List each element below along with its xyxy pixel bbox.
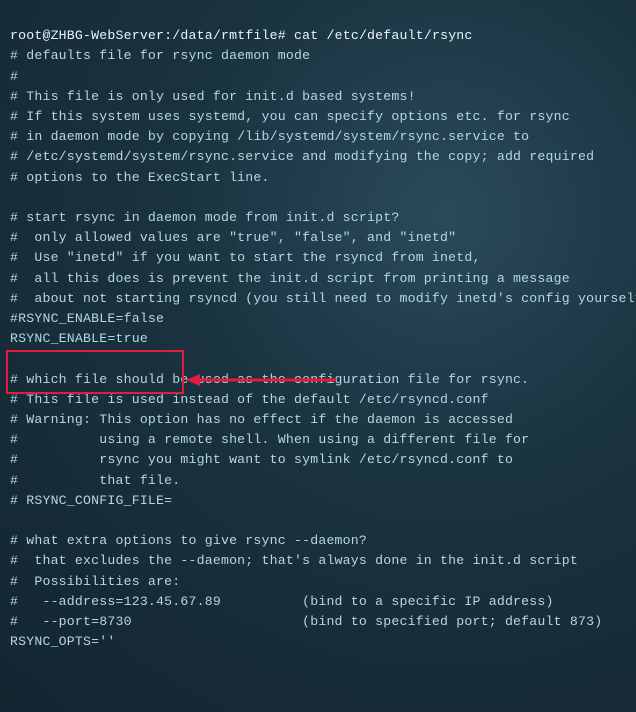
file-line: # that excludes the --daemon; that's alw… [10,553,578,568]
file-line: # Possibilities are: [10,574,180,589]
file-line: # rsync you might want to symlink /etc/r… [10,452,513,467]
file-line: # start rsync in daemon mode from init.d… [10,210,399,225]
file-line: # [10,69,18,84]
command-text: cat /etc/default/rsync [294,28,473,43]
terminal-output: root@ZHBG-WebServer:/data/rmtfile# cat /… [0,0,636,663]
file-line: # what extra options to give rsync --dae… [10,533,367,548]
prompt-path: /data/rmtfile [172,28,277,43]
file-line: # only allowed values are "true", "false… [10,230,456,245]
file-line: RSYNC_ENABLE=true [10,331,148,346]
file-line: # --address=123.45.67.89 (bind to a spec… [10,594,554,609]
file-line: #RSYNC_ENABLE=false [10,311,164,326]
file-line: # --port=8730 (bind to specified port; d… [10,614,602,629]
prompt-user-host: root@ZHBG-WebServer [10,28,164,43]
file-line: # Warning: This option has no effect if … [10,412,513,427]
file-line: # options to the ExecStart line. [10,170,270,185]
file-line: # This file is only used for init.d base… [10,89,416,104]
file-line: # Use "inetd" if you want to start the r… [10,250,481,265]
file-line: # in daemon mode by copying /lib/systemd… [10,129,529,144]
prompt-symbol: # [278,28,286,43]
file-line: # which file should be used as the confi… [10,372,529,387]
file-line: RSYNC_OPTS='' [10,634,115,649]
file-line: # RSYNC_CONFIG_FILE= [10,493,172,508]
shell-prompt: root@ZHBG-WebServer:/data/rmtfile# cat /… [10,28,473,43]
file-line: # /etc/systemd/system/rsync.service and … [10,149,594,164]
file-line: # This file is used instead of the defau… [10,392,489,407]
file-line: # defaults file for rsync daemon mode [10,48,310,63]
file-line: # all this does is prevent the init.d sc… [10,271,570,286]
file-line: # If this system uses systemd, you can s… [10,109,570,124]
file-line: # using a remote shell. When using a dif… [10,432,529,447]
file-line: # that file. [10,473,180,488]
file-line: # about not starting rsyncd (you still n… [10,291,636,306]
